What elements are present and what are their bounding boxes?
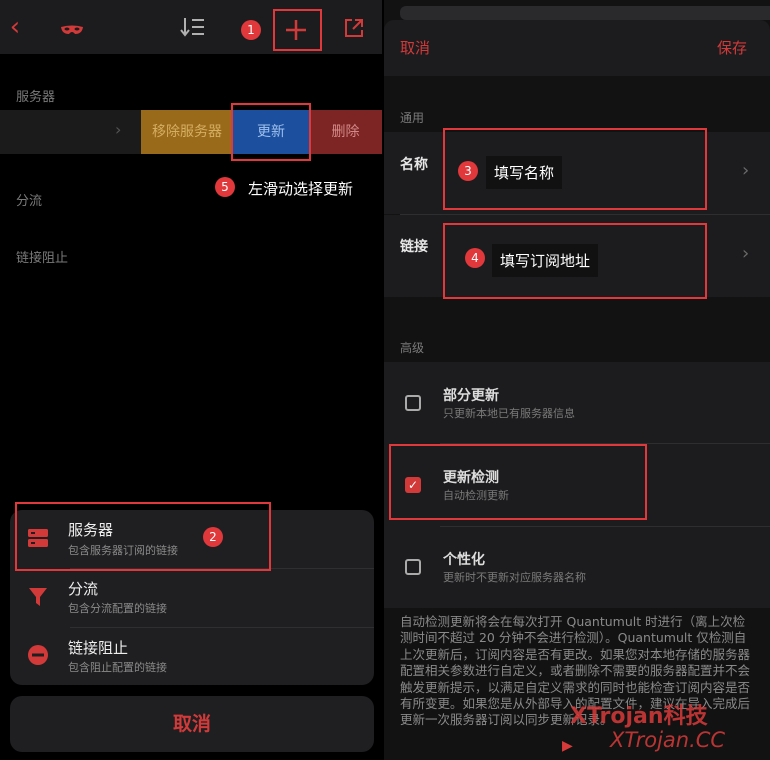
personalize-checkbox[interactable] — [405, 559, 421, 575]
annotation-4: 4 — [465, 248, 485, 268]
background-sheet-edge — [400, 6, 770, 20]
annotation-box-update — [231, 103, 311, 161]
section-block-label: 链接阻止 — [16, 251, 69, 266]
annotation-box-update-check — [389, 444, 647, 520]
name-chevron-icon: › — [742, 160, 750, 181]
sort-icon[interactable] — [180, 16, 206, 38]
watermark-en: XTrojan.CC — [610, 728, 726, 752]
option-subtitle: 只更新本地已有服务器信息 — [443, 407, 575, 420]
section-advanced-label: 高级 — [400, 341, 425, 355]
link-chevron-icon: › — [742, 243, 750, 264]
share-icon[interactable] — [343, 17, 365, 39]
name-tip: 填写名称 — [486, 156, 563, 189]
sheet-item-block[interactable]: 链接阻止 包含阻止配置的链接 — [10, 627, 374, 685]
annotation-2: 2 — [203, 527, 223, 547]
watermark-arrow-icon: ▶ — [562, 738, 573, 754]
name-label: 名称 — [400, 157, 428, 173]
filter-icon — [28, 587, 48, 607]
row-chevron-icon: › — [115, 120, 122, 139]
sheet-item-filter[interactable]: 分流 包含分流配置的链接 — [10, 569, 374, 627]
sheet-item-subtitle: 包含分流配置的链接 — [68, 602, 167, 615]
option-title: 部分更新 — [443, 388, 499, 404]
annotation-box-name — [443, 128, 707, 210]
plus-icon[interactable] — [284, 18, 308, 42]
annotation-5: 5 — [215, 177, 235, 197]
block-icon — [28, 645, 48, 665]
mask-icon[interactable] — [60, 21, 84, 34]
section-server-label: 服务器 — [16, 90, 56, 105]
annotation-box-server — [15, 502, 271, 571]
back-chevron-icon[interactable]: ‹ — [2, 0, 28, 54]
section-general-label: 通用 — [400, 111, 425, 125]
swipe-hint: 左滑动选择更新 — [248, 180, 354, 198]
annotation-3: 3 — [458, 161, 478, 181]
watermark-cn: XTrojan科技 — [570, 704, 708, 729]
partial-update-checkbox[interactable] — [405, 395, 421, 411]
sheet-item-title: 分流 — [68, 580, 99, 598]
section-filter-label: 分流 — [16, 194, 43, 209]
remove-server-button[interactable]: 移除服务器 — [141, 110, 233, 154]
option-title: 个性化 — [443, 552, 485, 568]
option-subtitle: 更新时不更新对应服务器名称 — [443, 571, 586, 584]
link-label: 链接 — [400, 239, 428, 255]
sheet-item-subtitle: 包含阻止配置的链接 — [68, 661, 167, 674]
annotation-1: 1 — [241, 20, 261, 40]
cancel-button[interactable]: 取消 — [10, 696, 374, 752]
link-tip: 填写订阅地址 — [492, 244, 599, 277]
sheet-item-title: 链接阻止 — [68, 639, 129, 657]
header-cancel-button[interactable]: 取消 — [400, 37, 430, 58]
option-personalize[interactable] — [384, 527, 770, 607]
header-save-button[interactable]: 保存 — [717, 37, 747, 58]
edit-header — [384, 20, 770, 76]
option-partial-update[interactable] — [384, 362, 770, 442]
delete-button[interactable]: 删除 — [309, 110, 382, 154]
